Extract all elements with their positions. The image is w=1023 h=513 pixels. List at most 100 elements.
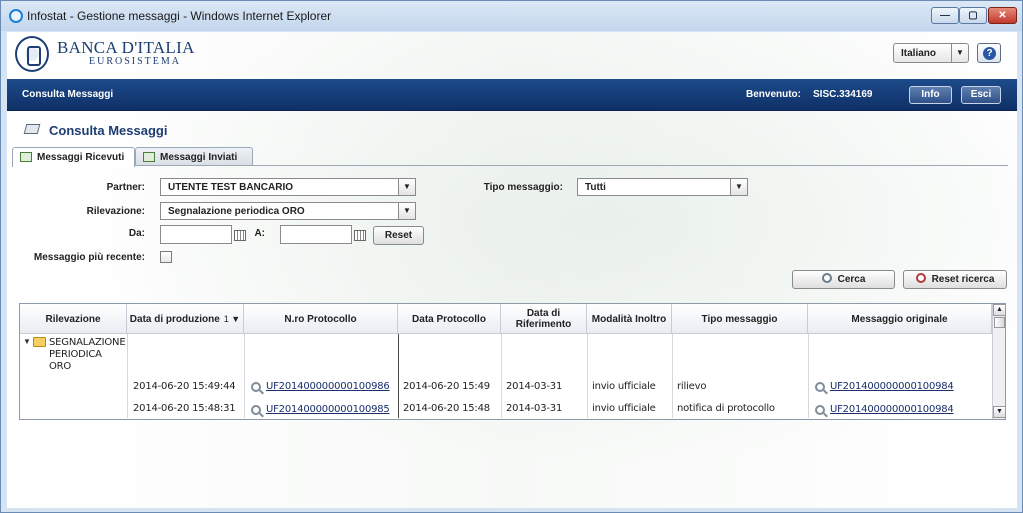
browser-window: Infostat - Gestione messaggi - Windows I… bbox=[0, 0, 1023, 513]
rilevazione-select[interactable]: Segnalazione periodica ORO ▼ bbox=[160, 202, 416, 220]
protocollo-link[interactable]: UF201400000000100986 bbox=[266, 381, 390, 392]
logout-button[interactable]: Esci bbox=[961, 86, 1001, 104]
title-bar: Infostat - Gestione messaggi - Windows I… bbox=[1, 1, 1022, 31]
calendar-icon[interactable] bbox=[234, 230, 246, 241]
messaggio-recente-label: Messaggio più recente: bbox=[33, 252, 145, 263]
column-divider bbox=[808, 334, 809, 418]
cell-tipo: notifica di protocollo bbox=[677, 403, 775, 414]
group-label-line: PERIODICA bbox=[49, 349, 102, 360]
partner-select[interactable]: UTENTE TEST BANCARIO ▼ bbox=[160, 178, 416, 196]
help-button[interactable]: ? bbox=[977, 43, 1001, 63]
cell-modalita: invio ufficiale bbox=[592, 381, 656, 392]
welcome-label: Benvenuto: bbox=[746, 89, 801, 100]
bank-subtitle: EUROSISTEMA bbox=[89, 56, 182, 67]
language-value: Italiano bbox=[901, 48, 937, 59]
minimize-button[interactable]: — bbox=[931, 7, 959, 24]
chevron-down-icon: ▼ bbox=[398, 179, 415, 195]
cell-tipo: rilievo bbox=[677, 381, 707, 392]
page-title: Consulta Messaggi bbox=[49, 123, 168, 138]
column-header-protocollo[interactable]: N.ro Protocollo bbox=[244, 304, 398, 334]
rilevazione-value: Segnalazione periodica ORO bbox=[168, 206, 305, 217]
group-label-line: ORO bbox=[49, 361, 72, 372]
tab-messaggi-ricevuti[interactable]: Messaggi Ricevuti bbox=[12, 147, 135, 167]
magnifier-icon[interactable] bbox=[815, 405, 825, 415]
column-divider bbox=[127, 334, 128, 418]
tipo-messaggio-value: Tutti bbox=[585, 182, 606, 193]
tab-messaggi-inviati[interactable]: Messaggi Inviati bbox=[135, 147, 253, 166]
messages-grid: Rilevazione Data di produzione 1 ▼ N.ro P… bbox=[19, 303, 1006, 420]
column-divider bbox=[398, 334, 399, 418]
help-icon: ? bbox=[983, 47, 996, 60]
column-divider bbox=[587, 334, 588, 418]
nav-bar: Consulta Messaggi Benvenuto: SISC.334169… bbox=[7, 79, 1017, 111]
tab-label: Messaggi Inviati bbox=[160, 152, 238, 163]
magnifier-icon[interactable] bbox=[815, 382, 825, 392]
column-header-modalita-inoltro[interactable]: Modalità Inoltro bbox=[587, 304, 672, 334]
column-header-tipo-messaggio[interactable]: Tipo messaggio bbox=[672, 304, 808, 334]
column-header-data-produzione[interactable]: Data di produzione 1 ▼ bbox=[127, 304, 244, 334]
a-date-input[interactable] bbox=[280, 225, 352, 244]
close-button[interactable]: ✕ bbox=[988, 7, 1017, 24]
cell-data-riferimento: 2014-03-31 bbox=[506, 381, 563, 392]
column-divider bbox=[244, 334, 245, 418]
maximize-button[interactable]: ▢ bbox=[959, 7, 987, 24]
grid-scrollbar[interactable]: ▲ ▼ bbox=[992, 304, 1006, 419]
column-divider bbox=[672, 334, 673, 418]
cell-data-riferimento: 2014-03-31 bbox=[506, 403, 563, 414]
reset-search-icon bbox=[915, 273, 926, 283]
language-select[interactable]: Italiano ▼ bbox=[893, 43, 969, 63]
column-divider bbox=[501, 334, 502, 418]
protocollo-link[interactable]: UF201400000000100985 bbox=[266, 404, 390, 415]
messages-icon bbox=[23, 124, 41, 134]
cell-data-protocollo: 2014-06-20 15:48 bbox=[403, 403, 490, 414]
chevron-down-icon: ▼ bbox=[951, 44, 968, 62]
partner-value: UTENTE TEST BANCARIO bbox=[168, 182, 293, 193]
cerca-label: Cerca bbox=[837, 274, 866, 285]
group-label-line: SEGNALAZIONE bbox=[49, 337, 126, 348]
chevron-down-icon: ▼ bbox=[398, 203, 415, 219]
messaggio-recente-checkbox[interactable] bbox=[160, 251, 172, 263]
chevron-down-icon: ▼ bbox=[730, 179, 747, 195]
internet-explorer-icon bbox=[9, 9, 23, 23]
cerca-button[interactable]: Cerca bbox=[792, 270, 895, 289]
bank-logo bbox=[15, 36, 49, 72]
column-header-messaggio-originale[interactable]: Messaggio originale bbox=[808, 304, 992, 334]
sort-desc-icon: 1 ▼ bbox=[223, 313, 241, 324]
nav-section-title: Consulta Messaggi bbox=[22, 89, 114, 100]
scroll-thumb[interactable] bbox=[994, 317, 1005, 328]
rilevazione-label: Rilevazione: bbox=[86, 206, 145, 217]
partner-label: Partner: bbox=[106, 182, 145, 193]
info-button[interactable]: Info bbox=[909, 86, 952, 104]
tab-label: Messaggi Ricevuti bbox=[37, 152, 125, 163]
folder-icon bbox=[33, 337, 46, 347]
cell-modalita: invio ufficiale bbox=[592, 403, 656, 414]
column-header-data-protocollo[interactable]: Data Protocollo bbox=[398, 304, 501, 334]
inbox-icon bbox=[20, 152, 32, 162]
cell-data-protocollo: 2014-06-20 15:49 bbox=[403, 381, 490, 392]
tipo-messaggio-label: Tipo messaggio: bbox=[483, 182, 563, 193]
expand-arrow-icon[interactable]: ▼ bbox=[23, 337, 31, 346]
window-title: Infostat - Gestione messaggi - Windows I… bbox=[27, 9, 332, 23]
user-id: SISC.334169 bbox=[813, 89, 873, 100]
calendar-icon[interactable] bbox=[354, 230, 366, 241]
column-header-rilevazione[interactable]: Rilevazione bbox=[20, 304, 127, 334]
da-label: Da: bbox=[128, 228, 145, 239]
a-label: A: bbox=[254, 228, 265, 239]
bank-name: BANCA D'ITALIA bbox=[57, 38, 195, 57]
cell-data-produzione: 2014-06-20 15:49:44 bbox=[133, 381, 236, 392]
magnifier-icon[interactable] bbox=[251, 405, 261, 415]
outbox-icon bbox=[143, 152, 155, 162]
originale-link[interactable]: UF201400000000100984 bbox=[830, 404, 954, 415]
cell-data-produzione: 2014-06-20 15:48:31 bbox=[133, 403, 236, 414]
tipo-messaggio-select[interactable]: Tutti ▼ bbox=[577, 178, 748, 196]
magnifier-icon[interactable] bbox=[251, 382, 261, 392]
da-date-input[interactable] bbox=[160, 225, 232, 244]
scroll-up-icon[interactable]: ▲ bbox=[993, 304, 1006, 316]
page-content: BANCA D'ITALIA EUROSISTEMA Italiano ▼ ? … bbox=[7, 32, 1017, 508]
originale-link[interactable]: UF201400000000100984 bbox=[830, 381, 954, 392]
scroll-down-icon[interactable]: ▼ bbox=[993, 406, 1006, 418]
search-icon bbox=[821, 273, 832, 283]
reset-ricerca-button[interactable]: Reset ricerca bbox=[903, 270, 1007, 289]
reset-date-button[interactable]: Reset bbox=[373, 226, 424, 245]
column-header-data-riferimento[interactable]: Data di Riferimento bbox=[501, 304, 587, 334]
